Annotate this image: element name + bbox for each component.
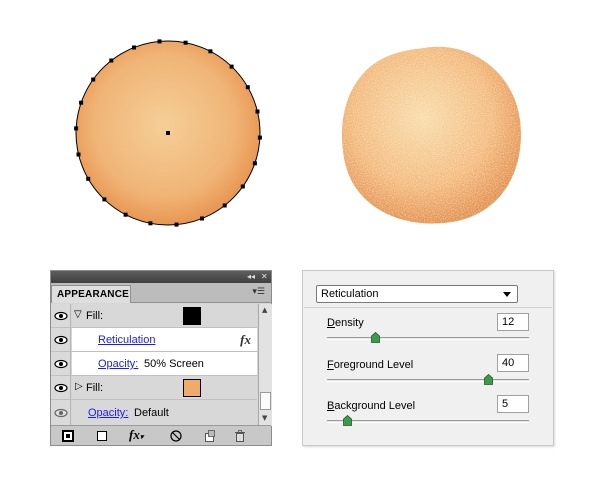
reticulation-effect-link[interactable]: Reticulation (98, 334, 155, 346)
center-point (166, 131, 170, 135)
density-slider[interactable] (327, 332, 529, 343)
anchor-point[interactable] (157, 39, 162, 44)
anchor-point[interactable] (229, 64, 234, 69)
scroll-down-icon[interactable]: ▼ (262, 414, 267, 422)
anchor-point[interactable] (222, 203, 227, 208)
density-label: Density (327, 317, 364, 329)
anchor-point[interactable] (174, 222, 179, 227)
disclosure-triangle-closed-icon[interactable]: ▷ (75, 381, 83, 392)
anchor-point[interactable] (86, 176, 91, 181)
disclosure-triangle-open-icon[interactable]: ▽ (74, 309, 82, 320)
fx-icon[interactable]: fx (240, 332, 251, 348)
reticulated-shape (341, 46, 521, 224)
background-level-input[interactable]: 5 (497, 395, 529, 413)
background-level-slider-thumb[interactable] (342, 415, 352, 426)
anchor-point[interactable] (148, 221, 153, 226)
fill-swatch-black[interactable] (183, 307, 201, 325)
anchor-point[interactable] (183, 40, 188, 45)
foreground-level-label: Foreground Level (327, 359, 414, 371)
density-input[interactable]: 12 (497, 313, 529, 331)
close-icon[interactable]: ✕ (261, 271, 268, 283)
filter-select-value: Reticulation (321, 288, 379, 300)
visibility-eye-icon[interactable] (51, 352, 71, 376)
anchor-point[interactable] (91, 77, 96, 82)
add-new-stroke-icon[interactable] (61, 429, 75, 443)
opacity-value: 50% Screen (144, 358, 204, 370)
selected-circle-path[interactable] (74, 39, 262, 227)
reticulation-filter-dialog: Reticulation Density 12 Foreground Level… (302, 270, 554, 446)
anchor-point[interactable] (208, 49, 213, 54)
anchor-point[interactable] (76, 152, 81, 157)
background-level-slider[interactable] (327, 415, 529, 426)
anchor-point[interactable] (257, 135, 262, 140)
scroll-thumb[interactable] (260, 392, 271, 410)
artwork-canvas (74, 39, 521, 227)
appearance-panel: ◂◂ ✕ APPEARANCE ▾☰ ▽ Fill: Reticulation (50, 270, 272, 446)
duplicate-item-icon[interactable] (203, 429, 217, 443)
filter-select[interactable]: Reticulation (316, 285, 518, 303)
foreground-level-input[interactable]: 40 (497, 354, 529, 372)
fill-row-black[interactable]: ▽ Fill: (51, 304, 257, 328)
anchor-point[interactable] (200, 216, 204, 221)
visibility-eye-icon[interactable] (51, 304, 71, 328)
background-level-label: Background Level (327, 400, 416, 412)
effect-row-reticulation[interactable]: Reticulation fx (51, 328, 257, 352)
anchor-point[interactable] (245, 85, 250, 90)
panel-title-bar[interactable]: ◂◂ ✕ (51, 271, 271, 283)
opacity-value: Default (134, 407, 169, 419)
panel-menu-icon[interactable]: ▾☰ (252, 287, 265, 297)
opacity-link[interactable]: Opacity: (98, 358, 138, 370)
opacity-row-fill1[interactable]: Opacity: 50% Screen (51, 352, 257, 376)
anchor-point[interactable] (123, 212, 128, 217)
double-arrow-icon[interactable]: ◂◂ (247, 271, 255, 283)
opacity-link[interactable]: Opacity: (88, 407, 128, 419)
fill-swatch-orange[interactable] (183, 379, 201, 397)
visibility-eye-icon[interactable] (51, 328, 71, 352)
anchor-point[interactable] (255, 109, 260, 114)
anchor-point[interactable] (109, 58, 114, 63)
chevron-down-icon[interactable] (503, 292, 511, 297)
anchor-point[interactable] (240, 184, 245, 189)
panel-scrollbar[interactable]: ▲ ▼ (258, 304, 272, 426)
add-new-fill-icon[interactable] (95, 429, 109, 443)
add-new-effect-icon[interactable]: fx▾ (129, 427, 149, 442)
foreground-level-slider-thumb[interactable] (484, 374, 493, 385)
panel-tab-bar: APPEARANCE ▾☰ (51, 283, 271, 303)
scroll-up-icon[interactable]: ▲ (262, 306, 267, 314)
anchor-point[interactable] (132, 45, 136, 50)
fill-label: Fill: (86, 382, 104, 394)
visibility-eye-icon[interactable] (51, 376, 71, 400)
trash-icon[interactable] (233, 429, 247, 443)
appearance-list: ▽ Fill: Reticulation fx Opacity: 50% Scr… (51, 304, 257, 426)
panel-bottom-toolbar: fx▾ (51, 425, 271, 445)
visibility-eye-icon-dim[interactable] (51, 400, 71, 426)
anchor-point[interactable] (79, 100, 84, 105)
clear-appearance-icon[interactable] (169, 429, 183, 443)
tab-appearance[interactable]: APPEARANCE (51, 285, 131, 303)
anchor-point[interactable] (74, 126, 79, 131)
opacity-row-object[interactable]: Opacity: Default (51, 400, 257, 426)
fill-row-orange[interactable]: ▷ Fill: (51, 376, 257, 400)
foreground-level-slider[interactable] (327, 374, 529, 385)
anchor-point[interactable] (102, 197, 107, 202)
density-slider-thumb[interactable] (371, 332, 380, 343)
fill-label: Fill: (86, 310, 104, 322)
anchor-point[interactable] (252, 161, 257, 166)
